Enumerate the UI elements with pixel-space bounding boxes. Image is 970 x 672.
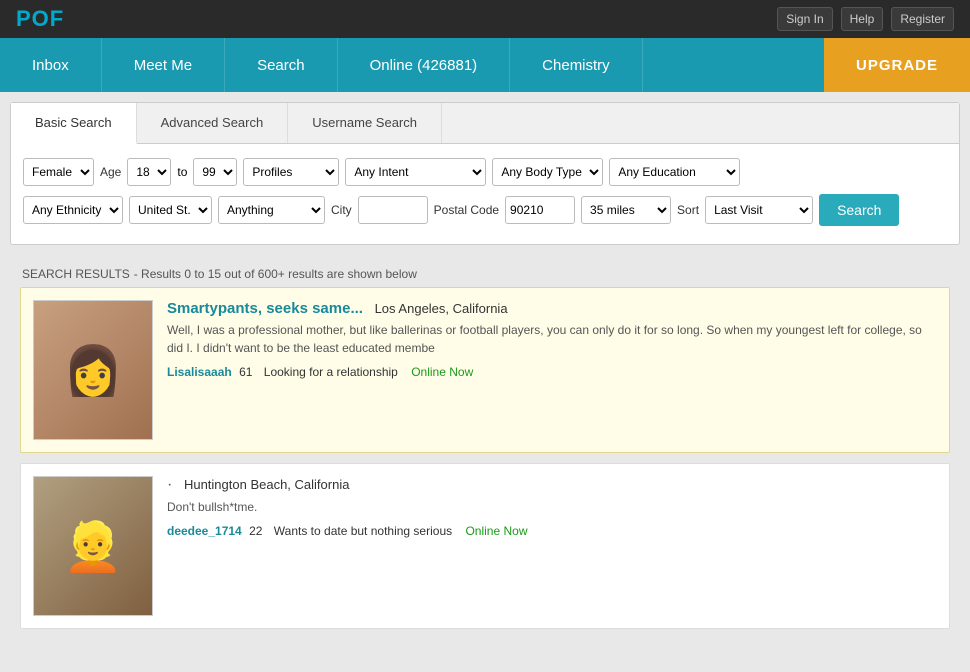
nav-chemistry[interactable]: Chemistry	[510, 38, 643, 92]
filter-row-1: Female Male Age 181920253035404550556065…	[23, 158, 947, 186]
gender-select[interactable]: Female Male	[23, 158, 94, 186]
result-photo: 👩	[33, 300, 153, 440]
result-location: Huntington Beach, California	[184, 477, 350, 492]
result-online-status: Online Now	[465, 524, 527, 538]
result-meta: Lisalisaaah 61 Looking for a relationshi…	[167, 365, 937, 379]
result-online-status: Online Now	[411, 365, 473, 379]
body-type-select[interactable]: Any Body Type Slim Athletic Average A fe…	[492, 158, 603, 186]
result-intent: Looking for a relationship	[264, 365, 398, 379]
filter-row-2: Any Ethnicity White Black Hispanic Asian…	[23, 194, 947, 226]
result-location: Los Angeles, California	[375, 301, 508, 316]
result-age: 22	[249, 524, 262, 538]
result-age: 61	[239, 365, 252, 379]
country-select[interactable]: United St. Canada UK Australia	[129, 196, 212, 224]
nav-search[interactable]: Search	[225, 38, 338, 92]
top-links: Sign In Help Register	[777, 7, 954, 31]
result-card: 👩 Smartypants, seeks same... Los Angeles…	[20, 287, 950, 453]
age-label: Age	[100, 165, 121, 179]
postal-label: Postal Code	[434, 203, 499, 217]
result-username[interactable]: deedee_1714	[167, 524, 242, 538]
intent-select[interactable]: Any Intent Serious Relationship Dating F…	[345, 158, 486, 186]
nav-online[interactable]: Online (426881)	[338, 38, 511, 92]
nav-upgrade[interactable]: UPGRADE	[824, 38, 970, 92]
result-intent: Wants to date but nothing serious	[274, 524, 452, 538]
tab-advanced-search[interactable]: Advanced Search	[137, 103, 289, 143]
sign-in-link[interactable]: Sign In	[777, 7, 832, 31]
relationship-select[interactable]: Anything Never Married Divorced Separate…	[218, 196, 325, 224]
sort-select[interactable]: Last Visit New Members Distance	[705, 196, 813, 224]
city-label: City	[331, 203, 352, 217]
filter-area: Female Male Age 181920253035404550556065…	[11, 144, 959, 244]
logo: POF	[16, 6, 64, 32]
tab-basic-search[interactable]: Basic Search	[11, 103, 137, 144]
result-bio: Don't bullsh*tme.	[167, 498, 937, 516]
age-from-select[interactable]: 18192025303540455055606570	[127, 158, 171, 186]
photo-placeholder: 👩	[34, 301, 152, 439]
nav-bar: Inbox Meet Me Search Online (426881) Che…	[0, 38, 970, 92]
age-to-select[interactable]: 25303540455055606570758099	[193, 158, 237, 186]
to-label: to	[177, 165, 187, 179]
result-card: 👱 · Huntington Beach, California Don't b…	[20, 463, 950, 629]
distance-select[interactable]: 5 miles 10 miles 25 miles 35 miles 50 mi…	[581, 196, 671, 224]
search-panel: Basic Search Advanced Search Username Se…	[10, 102, 960, 245]
nav-inbox[interactable]: Inbox	[0, 38, 102, 92]
profiles-select[interactable]: Profiles Photos Only	[243, 158, 339, 186]
sort-label: Sort	[677, 203, 699, 217]
search-button[interactable]: Search	[819, 194, 899, 226]
main-content: Basic Search Advanced Search Username Se…	[0, 92, 970, 672]
result-info: · Huntington Beach, California Don't bul…	[167, 476, 937, 616]
city-input[interactable]	[358, 196, 428, 224]
education-select[interactable]: Any Education High School Some College A…	[609, 158, 740, 186]
result-title[interactable]: Smartypants, seeks same...	[167, 300, 363, 317]
results-title: SEARCH RESULTS	[22, 267, 130, 281]
tab-username-search[interactable]: Username Search	[288, 103, 442, 143]
ethnicity-select[interactable]: Any Ethnicity White Black Hispanic Asian…	[23, 196, 123, 224]
nav-meet-me[interactable]: Meet Me	[102, 38, 225, 92]
register-link[interactable]: Register	[891, 7, 954, 31]
photo-placeholder: 👱	[34, 477, 152, 615]
dot-icon: ·	[167, 476, 172, 493]
results-subtitle: - Results 0 to 15 out of 600+ results ar…	[134, 267, 417, 281]
help-link[interactable]: Help	[841, 7, 884, 31]
result-photo: 👱	[33, 476, 153, 616]
results-area: SEARCH RESULTS - Results 0 to 15 out of …	[10, 255, 960, 629]
result-meta: deedee_1714 22 Wants to date but nothing…	[167, 524, 937, 538]
result-username[interactable]: Lisalisaaah	[167, 365, 232, 379]
postal-input[interactable]	[505, 196, 575, 224]
result-bio: Well, I was a professional mother, but l…	[167, 321, 937, 357]
results-header: SEARCH RESULTS - Results 0 to 15 out of …	[10, 255, 960, 287]
result-info: Smartypants, seeks same... Los Angeles, …	[167, 300, 937, 440]
tabs: Basic Search Advanced Search Username Se…	[11, 103, 959, 144]
top-bar: POF Sign In Help Register	[0, 0, 970, 38]
